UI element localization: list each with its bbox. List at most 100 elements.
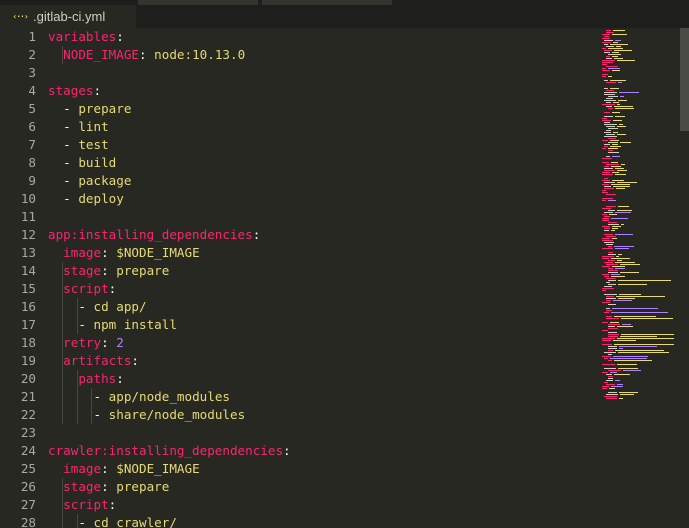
code-token: deploy — [78, 191, 124, 206]
minimap-line — [604, 276, 609, 277]
minimap-line — [615, 108, 634, 109]
line-code: stage: prepare — [48, 478, 169, 496]
minimap-line — [610, 88, 619, 89]
minimap-line — [616, 256, 619, 257]
minimap-line — [602, 258, 609, 259]
minimap-line — [604, 88, 608, 89]
code-line[interactable]: 27 script: — [0, 496, 600, 514]
code-line[interactable]: 12 app:installing_dependencies: — [0, 226, 600, 244]
inactive-tab[interactable] — [262, 0, 392, 5]
minimap-line — [606, 282, 610, 283]
minimap-line — [612, 226, 621, 227]
minimap-line — [602, 338, 615, 339]
code-line[interactable]: 5 - prepare — [0, 100, 600, 118]
code-line[interactable]: 25 image: $NODE_IMAGE — [0, 460, 600, 478]
line-number: 2 — [28, 47, 36, 62]
code-line[interactable]: 20 paths: — [0, 370, 600, 388]
minimap-line — [602, 60, 615, 61]
code-line[interactable]: 1 variables: — [0, 28, 600, 46]
minimap-line — [614, 344, 674, 345]
line-code: - test — [48, 136, 109, 154]
minimap-line — [604, 170, 615, 171]
minimap-line — [608, 304, 616, 305]
code-line[interactable]: 17 - npm install — [0, 316, 600, 334]
minimap-line — [614, 360, 652, 361]
minimap-line — [615, 116, 625, 117]
code-editor[interactable]: 1 variables: 2 NODE_IMAGE: node:10.13.0 3 4 s… — [0, 28, 600, 528]
code-token: prepare — [78, 101, 132, 116]
minimap-line — [608, 222, 617, 223]
code-line[interactable]: 6 - lint — [0, 118, 600, 136]
code-token: script — [63, 281, 109, 296]
code-line[interactable]: 14 stage: prepare — [0, 262, 600, 280]
minimap[interactable] — [600, 28, 676, 528]
minimap-line — [606, 156, 610, 157]
minimap-line — [604, 80, 608, 81]
minimap-line — [606, 194, 616, 195]
minimap-line — [606, 98, 613, 99]
minimap-line — [619, 294, 641, 295]
code-line[interactable]: 2 NODE_IMAGE: node:10.13.0 — [0, 46, 600, 64]
code-line[interactable]: 28 - cd crawler/ — [0, 514, 600, 528]
code-token: cd crawler/ — [93, 515, 177, 528]
line-code: crawler:installing_dependencies: — [48, 442, 291, 460]
minimap-line — [602, 158, 612, 159]
minimap-line — [608, 142, 618, 143]
minimap-line — [602, 172, 610, 173]
code-line[interactable]: 11 — [0, 208, 600, 226]
minimap-line — [619, 348, 623, 349]
minimap-line — [602, 162, 609, 163]
minimap-line — [602, 266, 610, 267]
minimap-line — [606, 130, 611, 131]
code-line[interactable]: 22 - share/node_modules — [0, 406, 600, 424]
minimap-line — [606, 66, 618, 67]
code-line[interactable]: 21 - app/node_modules — [0, 388, 600, 406]
minimap-line — [604, 188, 614, 189]
code-line[interactable]: 13 image: $NODE_IMAGE — [0, 244, 600, 262]
minimap-line — [602, 290, 606, 291]
minimap-line — [608, 332, 617, 333]
code-line[interactable]: 23 — [0, 424, 600, 442]
code-token: paths — [78, 371, 117, 386]
code-line[interactable]: 18 retry: 2 — [0, 334, 600, 352]
scrollbar-thumb[interactable] — [680, 28, 689, 131]
line-code: stage: prepare — [48, 262, 169, 280]
minimap-line — [608, 128, 618, 129]
minimap-line — [608, 254, 616, 255]
code-line[interactable]: 16 - cd app/ — [0, 298, 600, 316]
minimap-line — [618, 100, 627, 101]
minimap-line — [616, 296, 665, 297]
minimap-line — [606, 30, 611, 31]
code-token: build — [78, 155, 117, 170]
vertical-scrollbar[interactable] — [680, 28, 689, 528]
minimap-line — [606, 296, 614, 297]
line-number: 9 — [28, 173, 36, 188]
code-line[interactable]: 26 stage: prepare — [0, 478, 600, 496]
minimap-line — [612, 172, 619, 173]
code-line[interactable]: 9 - package — [0, 172, 600, 190]
tab-gitlab-ci[interactable]: ‹··› .gitlab-ci.yml — [0, 5, 136, 28]
minimap-line — [604, 124, 617, 125]
minimap-line — [608, 378, 613, 379]
minimap-line — [620, 142, 631, 143]
minimap-line — [613, 132, 618, 133]
code-line[interactable]: 7 - test — [0, 136, 600, 154]
code-line[interactable]: 15 script: — [0, 280, 600, 298]
minimap-line — [618, 298, 635, 299]
minimap-line — [606, 394, 618, 395]
code-line[interactable]: 3 — [0, 64, 600, 82]
minimap-line — [602, 70, 610, 71]
minimap-line — [611, 166, 621, 167]
code-line[interactable]: 8 - build — [0, 154, 600, 172]
line-number: 16 — [20, 299, 36, 314]
code-line[interactable]: 24 crawler:installing_dependencies: — [0, 442, 600, 460]
code-line[interactable]: 10 - deploy — [0, 190, 600, 208]
code-line[interactable]: 4 stages: — [0, 82, 600, 100]
code-line[interactable]: 19 artifacts: — [0, 352, 600, 370]
minimap-line — [608, 54, 621, 55]
inactive-tab[interactable] — [138, 0, 258, 5]
minimap-line — [610, 358, 647, 359]
